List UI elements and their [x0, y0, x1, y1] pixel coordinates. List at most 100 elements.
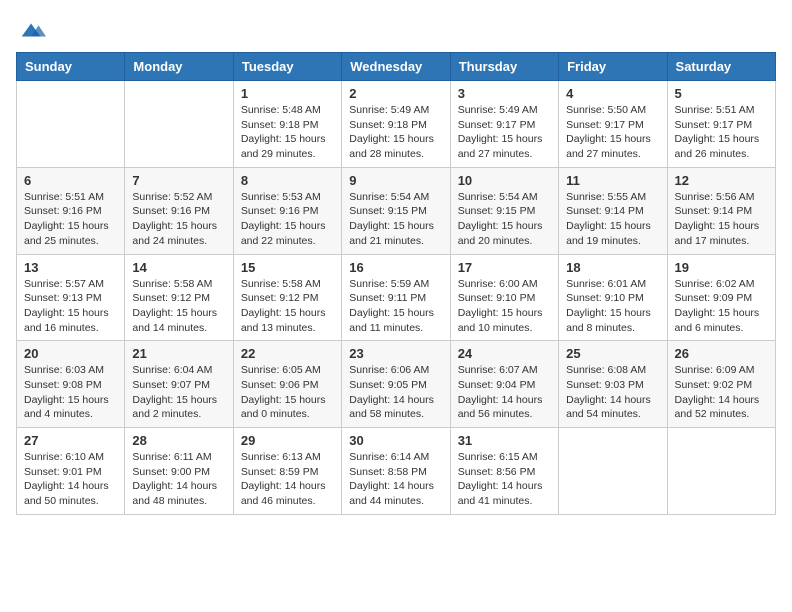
day-cell: 8 Sunrise: 5:53 AM Sunset: 9:16 PM Daylig…: [233, 167, 341, 254]
day-info: Sunrise: 5:53 AM Sunset: 9:16 PM Dayligh…: [241, 190, 334, 249]
day-number: 21: [132, 346, 225, 361]
day-info: Sunrise: 6:10 AM Sunset: 9:01 PM Dayligh…: [24, 450, 117, 509]
day-number: 7: [132, 173, 225, 188]
page-header: [16, 16, 776, 40]
day-info: Sunrise: 5:50 AM Sunset: 9:17 PM Dayligh…: [566, 103, 659, 162]
day-number: 31: [458, 433, 551, 448]
day-info: Sunrise: 5:58 AM Sunset: 9:12 PM Dayligh…: [132, 277, 225, 336]
day-number: 11: [566, 173, 659, 188]
day-cell: 9 Sunrise: 5:54 AM Sunset: 9:15 PM Daylig…: [342, 167, 450, 254]
day-info: Sunrise: 5:54 AM Sunset: 9:15 PM Dayligh…: [349, 190, 442, 249]
calendar-table: SundayMondayTuesdayWednesdayThursdayFrid…: [16, 52, 776, 515]
day-info: Sunrise: 6:14 AM Sunset: 8:58 PM Dayligh…: [349, 450, 442, 509]
day-number: 2: [349, 86, 442, 101]
day-number: 28: [132, 433, 225, 448]
week-row-1: 1 Sunrise: 5:48 AM Sunset: 9:18 PM Daylig…: [17, 81, 776, 168]
day-cell: [559, 428, 667, 515]
day-number: 3: [458, 86, 551, 101]
day-number: 8: [241, 173, 334, 188]
day-info: Sunrise: 5:49 AM Sunset: 9:17 PM Dayligh…: [458, 103, 551, 162]
day-number: 29: [241, 433, 334, 448]
day-number: 20: [24, 346, 117, 361]
day-cell: 20Sunrise: 6:03 AM Sunset: 9:08 PM Dayli…: [17, 341, 125, 428]
col-header-sunday: Sunday: [17, 53, 125, 81]
day-cell: 10 Sunrise: 5:54 AM Sunset: 9:15 PM Dayli…: [450, 167, 558, 254]
day-cell: [667, 428, 775, 515]
day-number: 9: [349, 173, 442, 188]
day-number: 30: [349, 433, 442, 448]
day-info: Sunrise: 5:52 AM Sunset: 9:16 PM Dayligh…: [132, 190, 225, 249]
day-cell: 14 Sunrise: 5:58 AM Sunset: 9:12 PM Dayli…: [125, 254, 233, 341]
col-header-tuesday: Tuesday: [233, 53, 341, 81]
day-info: Sunrise: 5:49 AM Sunset: 9:18 PM Dayligh…: [349, 103, 442, 162]
week-row-4: 20Sunrise: 6:03 AM Sunset: 9:08 PM Dayli…: [17, 341, 776, 428]
day-cell: 18 Sunrise: 6:01 AM Sunset: 9:10 PM Dayli…: [559, 254, 667, 341]
day-info: Sunrise: 5:51 AM Sunset: 9:16 PM Dayligh…: [24, 190, 117, 249]
day-number: 15: [241, 260, 334, 275]
day-info: Sunrise: 5:56 AM Sunset: 9:14 PM Dayligh…: [675, 190, 768, 249]
day-info: Sunrise: 5:55 AM Sunset: 9:14 PM Dayligh…: [566, 190, 659, 249]
day-info: Sunrise: 6:05 AM Sunset: 9:06 PM Dayligh…: [241, 363, 334, 422]
day-cell: 11 Sunrise: 5:55 AM Sunset: 9:14 PM Dayli…: [559, 167, 667, 254]
week-row-2: 6 Sunrise: 5:51 AM Sunset: 9:16 PM Daylig…: [17, 167, 776, 254]
day-cell: 1 Sunrise: 5:48 AM Sunset: 9:18 PM Daylig…: [233, 81, 341, 168]
col-header-thursday: Thursday: [450, 53, 558, 81]
day-number: 25: [566, 346, 659, 361]
day-cell: 3 Sunrise: 5:49 AM Sunset: 9:17 PM Daylig…: [450, 81, 558, 168]
day-number: 14: [132, 260, 225, 275]
day-info: Sunrise: 5:59 AM Sunset: 9:11 PM Dayligh…: [349, 277, 442, 336]
day-info: Sunrise: 6:09 AM Sunset: 9:02 PM Dayligh…: [675, 363, 768, 422]
day-number: 4: [566, 86, 659, 101]
day-cell: 12Sunrise: 5:56 AM Sunset: 9:14 PM Dayli…: [667, 167, 775, 254]
day-number: 16: [349, 260, 442, 275]
day-number: 23: [349, 346, 442, 361]
calendar-header-row: SundayMondayTuesdayWednesdayThursdayFrid…: [17, 53, 776, 81]
day-info: Sunrise: 5:48 AM Sunset: 9:18 PM Dayligh…: [241, 103, 334, 162]
col-header-saturday: Saturday: [667, 53, 775, 81]
logo-text: [16, 16, 46, 40]
day-cell: 23 Sunrise: 6:06 AM Sunset: 9:05 PM Dayli…: [342, 341, 450, 428]
col-header-friday: Friday: [559, 53, 667, 81]
day-info: Sunrise: 6:13 AM Sunset: 8:59 PM Dayligh…: [241, 450, 334, 509]
day-cell: 25 Sunrise: 6:08 AM Sunset: 9:03 PM Dayli…: [559, 341, 667, 428]
day-cell: 26 Sunrise: 6:09 AM Sunset: 9:02 PM Dayli…: [667, 341, 775, 428]
day-number: 19: [675, 260, 768, 275]
day-info: Sunrise: 6:15 AM Sunset: 8:56 PM Dayligh…: [458, 450, 551, 509]
day-info: Sunrise: 5:54 AM Sunset: 9:15 PM Dayligh…: [458, 190, 551, 249]
day-info: Sunrise: 6:00 AM Sunset: 9:10 PM Dayligh…: [458, 277, 551, 336]
day-cell: 16 Sunrise: 5:59 AM Sunset: 9:11 PM Dayli…: [342, 254, 450, 341]
day-number: 17: [458, 260, 551, 275]
day-info: Sunrise: 5:57 AM Sunset: 9:13 PM Dayligh…: [24, 277, 117, 336]
day-cell: 2 Sunrise: 5:49 AM Sunset: 9:18 PM Daylig…: [342, 81, 450, 168]
col-header-wednesday: Wednesday: [342, 53, 450, 81]
col-header-monday: Monday: [125, 53, 233, 81]
day-number: 26: [675, 346, 768, 361]
day-number: 6: [24, 173, 117, 188]
day-cell: 5Sunrise: 5:51 AM Sunset: 9:17 PM Daylig…: [667, 81, 775, 168]
week-row-3: 13Sunrise: 5:57 AM Sunset: 9:13 PM Dayli…: [17, 254, 776, 341]
day-cell: 7 Sunrise: 5:52 AM Sunset: 9:16 PM Daylig…: [125, 167, 233, 254]
day-info: Sunrise: 5:51 AM Sunset: 9:17 PM Dayligh…: [675, 103, 768, 162]
day-cell: 24Sunrise: 6:07 AM Sunset: 9:04 PM Dayli…: [450, 341, 558, 428]
day-number: 10: [458, 173, 551, 188]
day-cell: 31 Sunrise: 6:15 AM Sunset: 8:56 PM Dayli…: [450, 428, 558, 515]
day-info: Sunrise: 5:58 AM Sunset: 9:12 PM Dayligh…: [241, 277, 334, 336]
day-cell: 21Sunrise: 6:04 AM Sunset: 9:07 PM Dayli…: [125, 341, 233, 428]
day-number: 24: [458, 346, 551, 361]
day-cell: 13Sunrise: 5:57 AM Sunset: 9:13 PM Dayli…: [17, 254, 125, 341]
day-info: Sunrise: 6:01 AM Sunset: 9:10 PM Dayligh…: [566, 277, 659, 336]
day-cell: 29 Sunrise: 6:13 AM Sunset: 8:59 PM Dayli…: [233, 428, 341, 515]
day-info: Sunrise: 6:06 AM Sunset: 9:05 PM Dayligh…: [349, 363, 442, 422]
day-cell: 6 Sunrise: 5:51 AM Sunset: 9:16 PM Daylig…: [17, 167, 125, 254]
day-number: 1: [241, 86, 334, 101]
day-number: 18: [566, 260, 659, 275]
day-cell: 22Sunrise: 6:05 AM Sunset: 9:06 PM Dayli…: [233, 341, 341, 428]
day-cell: 30 Sunrise: 6:14 AM Sunset: 8:58 PM Dayli…: [342, 428, 450, 515]
day-cell: 19Sunrise: 6:02 AM Sunset: 9:09 PM Dayli…: [667, 254, 775, 341]
day-cell: 17 Sunrise: 6:00 AM Sunset: 9:10 PM Dayli…: [450, 254, 558, 341]
day-info: Sunrise: 6:08 AM Sunset: 9:03 PM Dayligh…: [566, 363, 659, 422]
day-info: Sunrise: 6:11 AM Sunset: 9:00 PM Dayligh…: [132, 450, 225, 509]
day-cell: [17, 81, 125, 168]
logo: [16, 16, 46, 40]
day-cell: [125, 81, 233, 168]
